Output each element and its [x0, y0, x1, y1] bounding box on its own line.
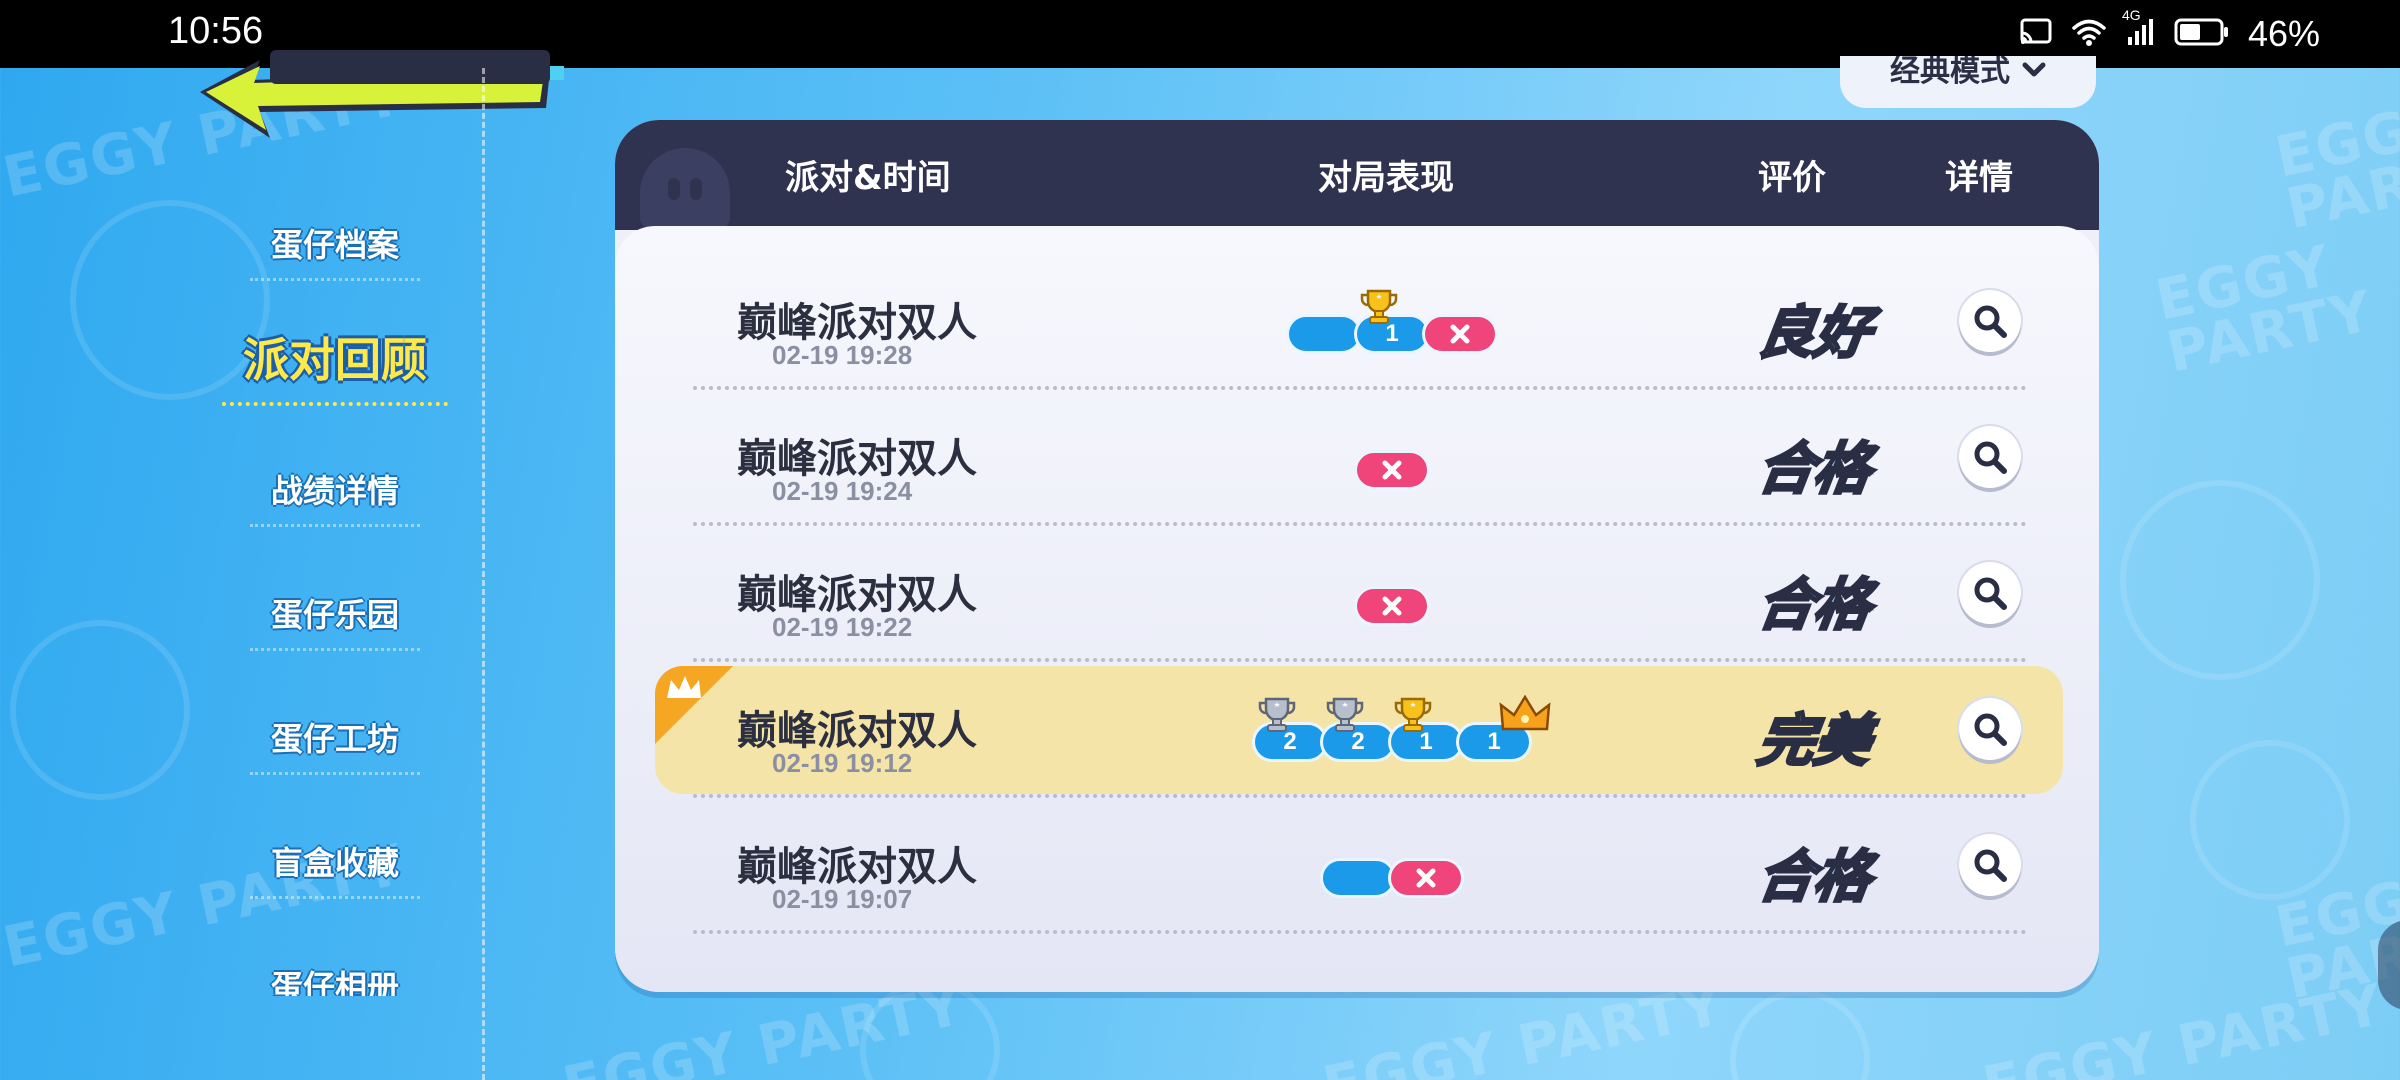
gold-trophy-icon [1359, 287, 1399, 334]
eggy-mascot-icon [640, 148, 730, 228]
header-details: 详情 [1945, 158, 2013, 198]
close-icon [1450, 324, 1470, 344]
search-icon [1974, 305, 2007, 338]
decor-circle [1730, 990, 1870, 1080]
trophy-badge: 1 [1354, 289, 1430, 354]
rating-badge: 良好 [1752, 300, 1876, 368]
rating-badge: 合格 [1752, 436, 1876, 504]
silver-trophy-icon [1325, 695, 1365, 742]
sidebar-item-battle-record[interactable]: 战绩详情 [190, 466, 480, 527]
network-type-label: 4G [2121, 7, 2141, 23]
table-row: 巅峰派对双人 02-19 19:28 1 良好 [615, 254, 2099, 390]
detail-search-button[interactable] [1959, 290, 2021, 352]
divider [250, 896, 420, 899]
divider [250, 278, 420, 281]
crown-badge: 1 [1456, 694, 1551, 762]
close-icon [1382, 460, 1402, 480]
sidebar-item-label: 蛋仔工坊 [270, 720, 399, 758]
qualified-badge [1320, 858, 1396, 898]
watermark-text: EGGY PARTY [2150, 233, 2379, 386]
rating-badge: 合格 [1752, 844, 1876, 912]
mode-dropdown[interactable]: 经典模式 [1840, 56, 2096, 108]
sidebar-item-workshop[interactable]: 蛋仔工坊 [190, 714, 480, 775]
header-performance: 对局表现 [1318, 158, 1454, 198]
search-icon [1974, 577, 2007, 610]
sidebar-item-album[interactable]: 蛋仔相册 [190, 962, 480, 996]
rating-badge: 完美 [1752, 708, 1876, 776]
close-icon [1416, 868, 1436, 888]
sidebar-item-eggy-park[interactable]: 蛋仔乐园 [190, 590, 480, 651]
sidebar-item-label: 派对回顾 [243, 333, 427, 387]
table-header: 派对&时间 对局表现 评价 详情 [615, 120, 2099, 230]
table-row: 巅峰派对双人 02-19 19:22 合格 [615, 526, 2099, 662]
wifi-icon [2072, 17, 2106, 51]
header-party-time: 派对&时间 [785, 158, 951, 198]
sidebar-item-label: 蛋仔乐园 [270, 596, 399, 634]
rating-badge: 合格 [1752, 572, 1876, 640]
table-row: 巅峰派对双人 02-19 19:24 合格 [615, 390, 2099, 526]
search-icon [1974, 849, 2007, 882]
watermark-text: EGGY PARTY [1317, 972, 1730, 1080]
eliminated-badge [1354, 586, 1430, 626]
sidebar-item-label: 战绩详情 [270, 472, 399, 510]
eliminated-badge [1388, 858, 1464, 898]
match-list: 巅峰派对双人 02-19 19:28 1 良好 巅峰派对双人 02-19 19:24 合格巅… [615, 226, 2099, 992]
trophy-badge: 2 [1320, 697, 1396, 762]
decor-circle [10, 620, 190, 800]
back-button[interactable] [190, 50, 570, 150]
divider [250, 648, 420, 651]
sidebar-item-party-review[interactable]: 派对回顾 [190, 324, 480, 406]
active-underline [222, 402, 448, 406]
row-separator [693, 930, 2027, 934]
sidebar-divider [482, 68, 485, 1080]
watermark-text: EGGY PARTY [1977, 972, 2390, 1080]
search-icon [1974, 441, 2007, 474]
sidebar-item-blind-box[interactable]: 盲盒收藏 [190, 838, 480, 899]
sidebar-item-label: 蛋仔档案 [270, 226, 399, 264]
status-time: 10:56 [168, 10, 264, 52]
silver-trophy-icon [1257, 695, 1297, 742]
trophy-badge: 2 [1252, 697, 1328, 762]
party-review-panel: 派对&时间 对局表现 评价 详情 巅峰派对双人 02-19 19:28 1 良好 巅峰派… [615, 120, 2099, 992]
detail-search-button[interactable] [1959, 426, 2021, 488]
battery-icon [2174, 17, 2230, 51]
qualified-badge [1286, 314, 1362, 354]
detail-search-button[interactable] [1959, 562, 2021, 624]
table-row: 巅峰派对双人 02-19 19:07 合格 [615, 798, 2099, 934]
eliminated-badge [1354, 450, 1430, 490]
gold-trophy-icon [1393, 695, 1433, 742]
search-icon [1974, 713, 2007, 746]
decor-circle [2190, 740, 2350, 900]
table-row: 巅峰派对双人 02-19 19:12 2 2 1 1 完美 [615, 662, 2099, 798]
detail-search-button[interactable] [1959, 834, 2021, 896]
decor-circle [2120, 480, 2320, 680]
divider [250, 772, 420, 775]
sidebar-item-label: 盲盒收藏 [270, 844, 399, 882]
sidebar-item-profile[interactable]: 蛋仔档案 [190, 220, 480, 281]
header-rating: 评价 [1758, 158, 1826, 198]
detail-search-button[interactable] [1959, 698, 2021, 760]
eliminated-badge [1422, 314, 1498, 354]
chevron-down-icon [2022, 56, 2046, 86]
cast-icon [2018, 17, 2054, 51]
sidebar-item-label: 蛋仔相册 [270, 968, 399, 996]
trophy-badge: 1 [1388, 697, 1464, 762]
signal-icon: 4G [2122, 7, 2156, 51]
mode-dropdown-label: 经典模式 [1890, 56, 2010, 89]
watermark-text: EGGY PARTY [2269, 90, 2400, 243]
close-icon [1382, 596, 1402, 616]
battery-percent: 46% [2247, 13, 2320, 54]
divider [250, 524, 420, 527]
crown-icon [1499, 694, 1551, 742]
